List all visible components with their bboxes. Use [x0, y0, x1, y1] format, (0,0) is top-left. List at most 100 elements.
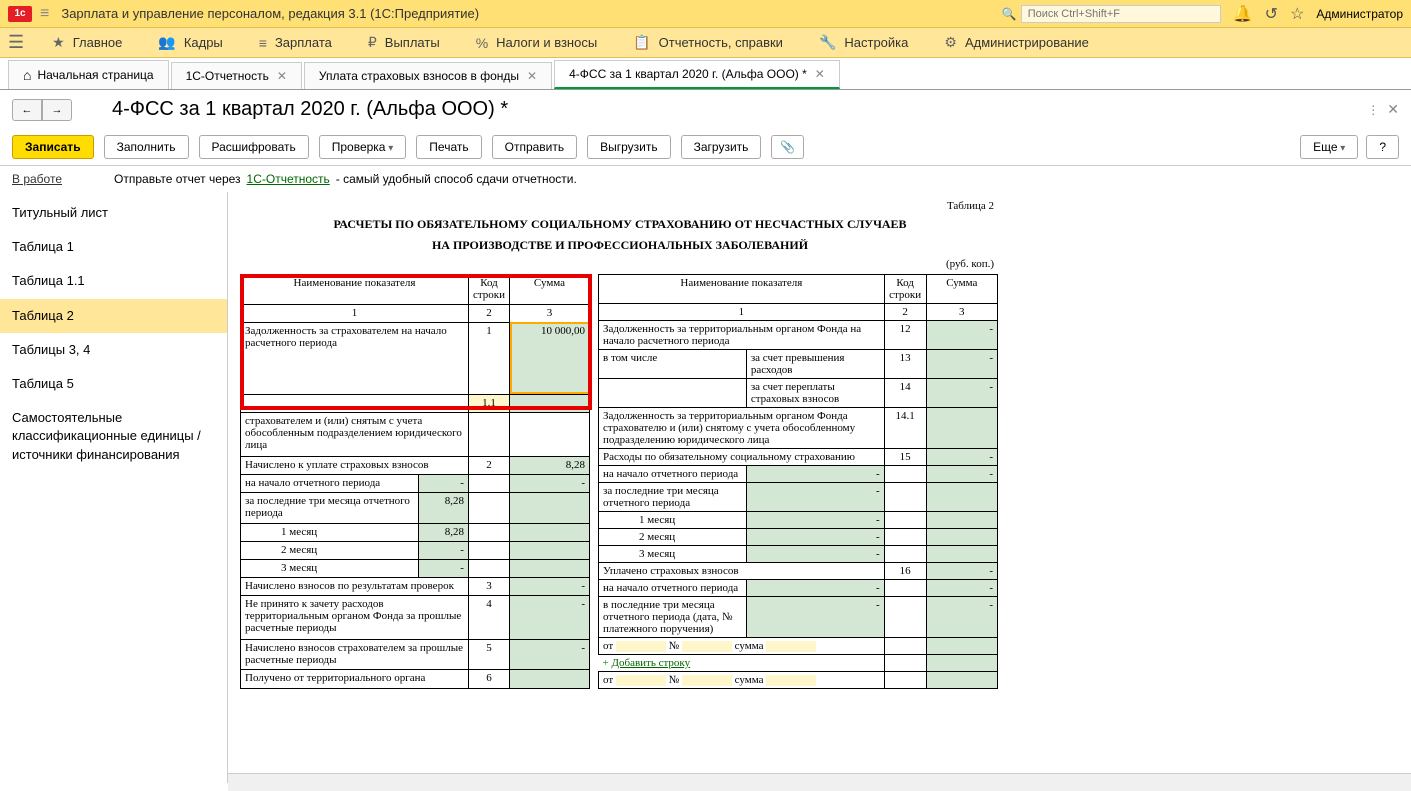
tab-row: ⌂Начальная страница1С-Отчетность✕Уплата … [0, 58, 1411, 90]
sum-input[interactable] [766, 641, 816, 652]
user-label[interactable]: Администратор [1316, 7, 1403, 21]
col-code: Код строки [468, 274, 509, 304]
bell-icon[interactable]: 🔔 [1233, 4, 1253, 24]
hamburger-icon[interactable]: ≡ [40, 5, 49, 23]
history-icon[interactable]: ↺ [1265, 4, 1278, 24]
sum-cell[interactable] [926, 528, 997, 545]
save-button[interactable]: Записать [12, 135, 94, 159]
sum-cell[interactable] [510, 394, 590, 412]
table-row: Получено от территориального органа6 [241, 670, 590, 688]
decode-button[interactable]: Расшифровать [199, 135, 309, 159]
sidebar-item[interactable]: Таблица 1 [0, 230, 227, 264]
sum-cell[interactable]: - [926, 465, 997, 482]
sum-cell[interactable] [926, 511, 997, 528]
burger-icon[interactable]: ☰ [8, 32, 24, 53]
search-input[interactable] [1021, 5, 1221, 23]
sum-cell[interactable]: - [926, 378, 997, 407]
status-link[interactable]: В работе [12, 172, 62, 186]
sum-cell[interactable] [926, 482, 997, 511]
sum-cell[interactable]: - [926, 320, 997, 349]
nav-back-button[interactable]: ← [12, 99, 42, 121]
sidebar-item[interactable]: Таблица 2 [0, 299, 227, 333]
tab[interactable]: 4-ФСС за 1 квартал 2020 г. (Альфа ООО) *… [554, 60, 840, 89]
date-input[interactable] [616, 641, 666, 652]
more-button[interactable]: Еще [1300, 135, 1358, 159]
print-button[interactable]: Печать [416, 135, 481, 159]
sidebar-item[interactable]: Таблицы 3, 4 [0, 333, 227, 367]
app-logo: 1c [8, 6, 32, 22]
tab[interactable]: Уплата страховых взносов в фонды✕ [304, 62, 552, 89]
sum-cell[interactable] [510, 523, 590, 541]
sum-cell[interactable]: - [926, 579, 997, 596]
sum-cell[interactable]: - [510, 639, 590, 670]
payment-row-2[interactable]: от № сумма [599, 671, 998, 688]
export-button[interactable]: Выгрузить [587, 135, 671, 159]
menu-item[interactable]: ★Главное [34, 28, 140, 57]
sidebar-item[interactable]: Таблица 5 [0, 367, 227, 401]
menu-item[interactable]: ⚙Администрирование [926, 28, 1107, 57]
add-row-link[interactable]: Добавить строку [611, 657, 690, 669]
date-input[interactable] [616, 675, 666, 686]
sum-cell[interactable]: - [926, 448, 997, 465]
right-table: Наименование показателя Код строки Сумма… [598, 274, 998, 689]
nav-forward-button[interactable]: → [42, 99, 72, 121]
menu-item[interactable]: %Налоги и взносы [458, 28, 616, 57]
sum-cell[interactable] [926, 407, 997, 448]
sum-cell[interactable]: - [510, 474, 590, 492]
content-area: Таблица 2 РАСЧЕТЫ ПО ОБЯЗАТЕЛЬНОМУ СОЦИА… [228, 192, 1411, 783]
sum-cell[interactable]: - [510, 595, 590, 639]
table-row: 1.1 [241, 394, 590, 412]
sidebar-item[interactable]: Таблица 1.1 [0, 264, 227, 298]
table-row: на начало отчетного периода-- [599, 579, 998, 596]
sum-cell[interactable]: - [510, 577, 590, 595]
import-button[interactable]: Загрузить [681, 135, 762, 159]
sidebar-item[interactable]: Самостоятельные классификационные единиц… [0, 401, 227, 472]
main-menu: ☰ ★Главное👥Кадры≡Зарплата₽Выплаты%Налоги… [0, 28, 1411, 58]
menu-item[interactable]: ₽Выплаты [350, 28, 458, 57]
sum-cell[interactable] [926, 545, 997, 562]
col-sum-r: Сумма [926, 274, 997, 303]
status-hint-link[interactable]: 1С-Отчетность [247, 172, 330, 186]
h-scrollbar[interactable] [228, 773, 1411, 791]
sum-cell[interactable] [510, 559, 590, 577]
table-row: на начало отчетного периода-- [241, 474, 590, 492]
sum-cell[interactable]: 10 000,00 [510, 322, 590, 394]
sum-cell[interactable] [510, 413, 590, 457]
fill-button[interactable]: Заполнить [104, 135, 189, 159]
menu-item[interactable]: 📋Отчетность, справки [615, 28, 801, 57]
star-icon[interactable]: ☆ [1290, 4, 1304, 24]
sum-cell[interactable]: - [926, 596, 997, 637]
col-name: Наименование показателя [241, 274, 469, 304]
sum-cell[interactable]: - [926, 349, 997, 378]
check-button[interactable]: Проверка [319, 135, 407, 159]
help-button[interactable]: ? [1366, 135, 1399, 159]
sum-input[interactable] [766, 675, 816, 686]
table-row: в последние три месяца отчетного периода… [599, 596, 998, 637]
num-input[interactable] [682, 641, 732, 652]
tab-close-icon[interactable]: ✕ [277, 69, 287, 83]
page-title: 4-ФСС за 1 квартал 2020 г. (Альфа ООО) * [112, 98, 508, 121]
tab-close-icon[interactable]: ✕ [815, 67, 825, 81]
table-row: за последние три месяца отчетного период… [599, 482, 998, 511]
sum-cell[interactable] [510, 541, 590, 559]
table-row: на начало отчетного периода-- [599, 465, 998, 482]
sum-cell[interactable] [510, 670, 590, 688]
sum-cell[interactable]: - [926, 562, 997, 579]
menu-item[interactable]: 🔧Настройка [801, 28, 926, 57]
sidebar-item[interactable]: Титульный лист [0, 196, 227, 230]
close-icon[interactable]: ✕ [1387, 101, 1399, 118]
sum-cell[interactable] [510, 492, 590, 523]
menu-item[interactable]: 👥Кадры [140, 28, 240, 57]
payment-row[interactable]: от № сумма [599, 637, 998, 654]
tab[interactable]: ⌂Начальная страница [8, 60, 169, 89]
send-button[interactable]: Отправить [492, 135, 578, 159]
table-row: 2 месяц- [241, 541, 590, 559]
menu-icon: 👥 [158, 34, 175, 51]
kebab-icon[interactable]: ⋮ [1367, 103, 1379, 117]
tab[interactable]: 1С-Отчетность✕ [171, 62, 302, 89]
tab-close-icon[interactable]: ✕ [527, 69, 537, 83]
menu-item[interactable]: ≡Зарплата [241, 28, 350, 57]
attach-button[interactable]: 📎 [771, 135, 804, 159]
num-input[interactable] [682, 675, 732, 686]
sum-cell[interactable]: 8,28 [510, 456, 590, 474]
